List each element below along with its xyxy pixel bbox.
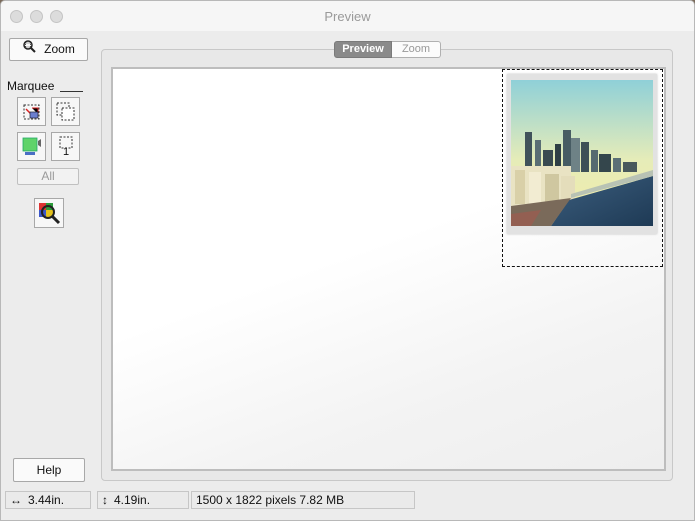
marquee-count: 1	[63, 146, 70, 158]
color-magnifier-icon	[39, 203, 61, 225]
status-bar: ↔ 3.44in. ↕ 4.19in. 1500 x 1822 pixels 7.8…	[1, 488, 694, 520]
auto-locate-icon	[23, 104, 40, 120]
zoom-button-label: Zoom	[44, 42, 75, 56]
marquee-count-button[interactable]: 1	[51, 132, 80, 161]
help-button[interactable]: Help	[13, 458, 85, 482]
height-arrows-icon: ↕	[102, 493, 108, 507]
marquee-label: Marquee	[7, 79, 55, 93]
marquee-divider	[60, 91, 83, 92]
zoom-button[interactable]: Zoom	[9, 38, 88, 61]
width-value: 3.44in.	[28, 493, 65, 507]
tab-preview[interactable]: Preview	[334, 41, 392, 58]
height-value: 4.19in.	[114, 493, 151, 507]
height-field: ↕ 4.19in.	[97, 491, 189, 509]
preview-window: Preview Zoom Marquee 1 All Help Preview …	[0, 0, 695, 521]
auto-locate-button[interactable]	[17, 97, 46, 126]
width-arrows-icon: ↔	[10, 493, 22, 507]
image-adjust-button[interactable]	[17, 132, 46, 161]
copy-marquee-icon	[56, 102, 75, 121]
all-button[interactable]: All	[17, 168, 79, 185]
histogram-button[interactable]	[34, 198, 64, 228]
copy-marquee-button[interactable]	[51, 97, 80, 126]
tab-zoom[interactable]: Zoom	[392, 41, 441, 58]
magnifier-icon	[22, 39, 38, 60]
title-bar: Preview	[1, 1, 694, 31]
image-adjust-icon	[22, 137, 41, 155]
marquee-selection[interactable]	[502, 69, 663, 267]
image-info-field: 1500 x 1822 pixels 7.82 MB	[191, 491, 415, 509]
window-title: Preview	[324, 9, 371, 24]
width-field: ↔ 3.44in.	[5, 491, 91, 509]
